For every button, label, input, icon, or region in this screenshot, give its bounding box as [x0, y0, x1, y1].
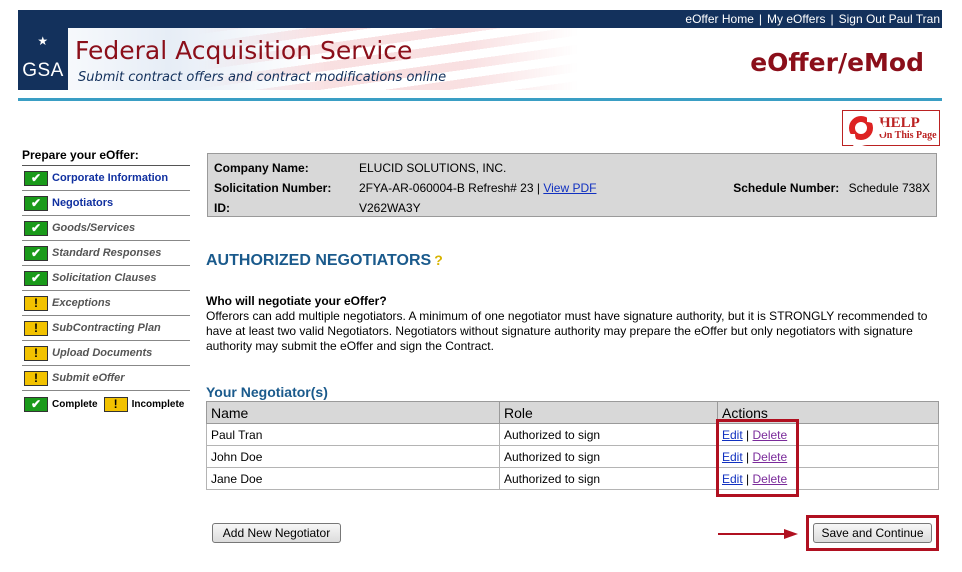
sidebar-item-label: SubContracting Plan [52, 322, 161, 334]
check-icon: ✔ [24, 270, 48, 286]
gsa-logo[interactable]: ★ GSA [18, 28, 68, 90]
actions-highlight-box [716, 419, 799, 497]
table-row: Jane Doe Authorized to sign Edit | Delete [206, 467, 939, 490]
id-label: ID: [214, 201, 230, 215]
company-row: Company Name: ELUCID SOLUTIONS, INC. [214, 158, 930, 178]
top-nav-bar: eOffer Home | My eOffers | Sign Out Paul… [18, 10, 942, 28]
solicitation-row: Solicitation Number: 2FYA-AR-060004-B Re… [214, 178, 930, 198]
save-and-continue-button[interactable]: Save and Continue [813, 523, 932, 543]
legend-incomplete: Incomplete [131, 398, 185, 410]
schedule-number: Schedule Number: Schedule 738X [733, 181, 930, 195]
column-header-role: Role [499, 401, 718, 424]
check-icon: ✔ [24, 195, 48, 211]
help-sublabel: On This Page [879, 129, 937, 141]
column-header-name: Name [206, 401, 500, 424]
company-value: ELUCID SOLUTIONS, INC. [359, 161, 507, 175]
sidebar-item-subcontracting-plan: ! SubContracting Plan [22, 316, 190, 341]
table-row: John Doe Authorized to sign Edit | Delete [206, 445, 939, 468]
sidebar-item-submit-eoffer: ! Submit eOffer [22, 366, 190, 391]
table-header-row: Name Role Actions [206, 401, 939, 424]
negotiators-table: Name Role Actions Paul Tran Authorized to… [206, 401, 939, 490]
legend-complete: Complete [52, 398, 98, 410]
page-title: AUTHORIZED NEGOTIATORS? [206, 252, 443, 270]
negotiator-role: Authorized to sign [499, 423, 718, 446]
sidebar-item-label: Solicitation Clauses [52, 272, 157, 284]
table-row: Paul Tran Authorized to sign Edit | Delete [206, 423, 939, 446]
arrow-right-icon [718, 529, 798, 539]
schedule-label: Schedule Number: [733, 181, 840, 195]
check-icon: ✔ [24, 170, 48, 186]
add-new-negotiator-button[interactable]: Add New Negotiator [212, 523, 341, 543]
sidebar-item-upload-documents: ! Upload Documents [22, 341, 190, 366]
instructions-text: Offerors can add multiple negotiators. A… [206, 309, 928, 353]
company-label: Company Name: [214, 161, 309, 175]
sidebar-item-corporate-information[interactable]: ✔ Corporate Information [22, 166, 190, 191]
negotiator-role: Authorized to sign [499, 467, 718, 490]
negotiator-name: Paul Tran [206, 423, 500, 446]
sign-out-link[interactable]: Sign Out Paul Tran [839, 12, 940, 26]
eoffer-home-link[interactable]: eOffer Home [685, 12, 753, 26]
sidebar-item-goods-services: ✔ Goods/Services [22, 216, 190, 241]
negotiator-name: John Doe [206, 445, 500, 468]
solicitation-label: Solicitation Number: [214, 181, 332, 195]
sidebar-item-negotiators[interactable]: ✔ Negotiators [22, 191, 190, 216]
sidebar-item-exceptions: ! Exceptions [22, 291, 190, 316]
my-eoffers-link[interactable]: My eOffers [767, 12, 825, 26]
site-banner: ★ GSA Federal Acquisition Service Submit… [18, 28, 942, 90]
solicitation-number: 2FYA-AR-060004-B Refresh# 23 | [359, 181, 540, 195]
banner-divider [18, 98, 942, 101]
warning-icon: ! [24, 320, 48, 336]
id-row: ID: V262WA3Y [214, 198, 930, 218]
check-icon: ✔ [24, 245, 48, 261]
sidebar-item-label: Exceptions [52, 297, 111, 309]
help-on-this-page-button[interactable]: HELP On This Page [842, 110, 940, 146]
warning-icon: ! [24, 345, 48, 361]
check-icon: ✔ [24, 396, 48, 412]
banner-subtitle: Submit contract offers and contract modi… [78, 70, 447, 85]
negotiator-role: Authorized to sign [499, 445, 718, 468]
nav-separator: | [830, 12, 834, 26]
negotiator-instructions: Who will negotiate your eOffer? Offerors… [206, 294, 941, 354]
check-icon: ✔ [24, 220, 48, 236]
help-text: HELP On This Page [879, 114, 937, 141]
progress-sidebar: Prepare your eOffer: ✔ Corporate Informat… [22, 148, 190, 417]
warning-icon: ! [103, 396, 128, 412]
help-label: HELP [879, 114, 920, 131]
page-title-text: AUTHORIZED NEGOTIATORS [206, 252, 432, 269]
sidebar-item-label: Negotiators [52, 197, 114, 209]
gsa-star-icon: ★ [37, 34, 49, 48]
status-legend: ✔ Complete ! Incomplete [22, 391, 190, 417]
sidebar-item-label: Goods/Services [52, 222, 136, 234]
sidebar-item-label: Corporate Information [52, 172, 169, 184]
question-heading: Who will negotiate your eOffer? [206, 294, 387, 308]
warning-icon: ! [24, 370, 48, 386]
sidebar-item-label: Submit eOffer [52, 372, 125, 384]
sidebar-item-standard-responses: ✔ Standard Responses [22, 241, 190, 266]
lifebuoy-icon [849, 116, 873, 140]
negotiators-heading: Your Negotiator(s) [206, 384, 328, 400]
sidebar-heading: Prepare your eOffer: [22, 148, 190, 166]
question-help-icon[interactable]: ? [434, 252, 443, 268]
id-value: V262WA3Y [359, 201, 421, 215]
schedule-value: Schedule 738X [848, 181, 930, 195]
view-pdf-link[interactable]: View PDF [543, 181, 596, 195]
sidebar-item-label: Standard Responses [52, 247, 162, 259]
gsa-logo-text: GSA [22, 60, 64, 81]
nav-separator: | [758, 12, 763, 26]
banner-title: Federal Acquisition Service [75, 36, 413, 65]
solicitation-value: 2FYA-AR-060004-B Refresh# 23 | View PDF [359, 181, 596, 195]
eoffer-brand: eOffer/eMod [750, 48, 924, 77]
warning-icon: ! [24, 295, 48, 311]
offer-info-box: Company Name: ELUCID SOLUTIONS, INC. Sol… [207, 153, 937, 217]
sidebar-item-solicitation-clauses: ✔ Solicitation Clauses [22, 266, 190, 291]
negotiator-name: Jane Doe [206, 467, 500, 490]
sidebar-item-label: Upload Documents [52, 347, 153, 359]
